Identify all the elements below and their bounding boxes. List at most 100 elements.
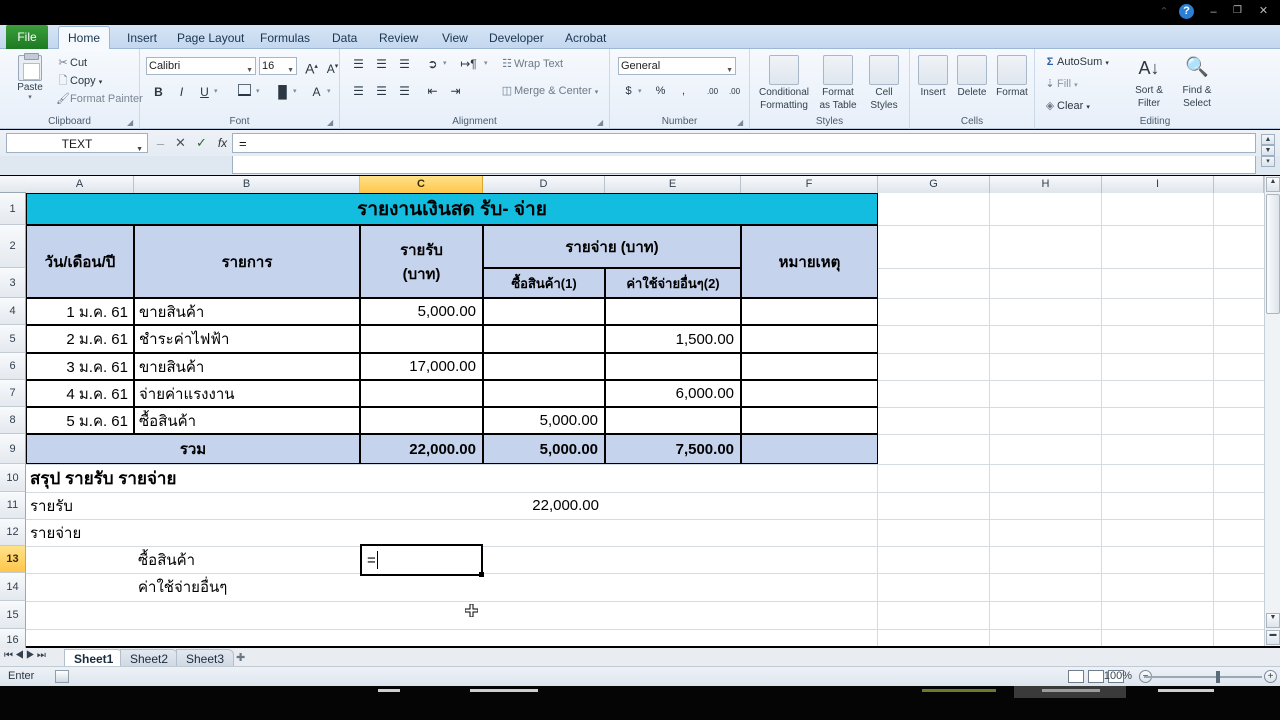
report-title[interactable]: รายงานเงินสด รับ- จ่าย bbox=[26, 193, 878, 225]
taskbar-item-3[interactable] bbox=[922, 689, 996, 692]
header-expense[interactable]: รายจ่าย (บาท) bbox=[483, 225, 741, 268]
summary-title[interactable]: สรุป รายรับ รายจ่าย bbox=[26, 464, 360, 492]
row-header-2[interactable]: 2 bbox=[0, 225, 26, 268]
zoom-slider-knob[interactable] bbox=[1216, 671, 1220, 683]
tab-acrobat[interactable]: Acrobat bbox=[556, 27, 615, 49]
total-remark[interactable] bbox=[741, 434, 878, 464]
currency-dropdown-icon[interactable]: ▾ bbox=[638, 87, 642, 95]
cell-styles-button[interactable]: Cell Styles bbox=[862, 55, 906, 111]
help-icon[interactable]: ? bbox=[1179, 4, 1194, 19]
font-dialog-launcher-icon[interactable]: ◢ bbox=[327, 118, 336, 127]
restore-icon[interactable]: ❐ bbox=[1231, 5, 1244, 17]
header-income[interactable]: รายรับ (บาท) bbox=[360, 225, 483, 298]
cell-D8[interactable]: 5,000.00 bbox=[483, 407, 605, 434]
taskbar-item-2[interactable] bbox=[470, 689, 538, 692]
tab-file[interactable]: File bbox=[6, 25, 48, 49]
column-header-A[interactable]: A bbox=[26, 176, 134, 193]
active-cell-C13[interactable]: = bbox=[360, 544, 484, 577]
vertical-scrollbar[interactable]: ▲ ▼ ▬ bbox=[1264, 176, 1280, 646]
orientation-button[interactable]: ➲ bbox=[422, 54, 443, 74]
align-right-button[interactable]: ☰ bbox=[394, 81, 415, 101]
cell-F6[interactable] bbox=[741, 353, 878, 380]
borders-dropdown-icon[interactable]: ▾ bbox=[256, 87, 260, 95]
total-other[interactable]: 7,500.00 bbox=[605, 434, 741, 464]
cell-C6[interactable]: 17,000.00 bbox=[360, 353, 483, 380]
italic-button[interactable]: I bbox=[171, 82, 192, 102]
align-left-button[interactable]: ☰ bbox=[348, 81, 369, 101]
currency-button[interactable]: $ bbox=[618, 81, 639, 101]
formula-bar-down-icon[interactable]: ▼ bbox=[1261, 145, 1275, 156]
confirm-edit-button[interactable]: ✓ bbox=[191, 133, 212, 153]
total-label[interactable]: รวม bbox=[26, 434, 360, 464]
row-header-14[interactable]: 14 bbox=[0, 573, 26, 601]
wrap-text-button[interactable]: ☷ Wrap Text bbox=[500, 57, 563, 71]
underline-dropdown-icon[interactable]: ▾ bbox=[214, 87, 218, 95]
delete-cells-button[interactable]: Delete bbox=[952, 55, 992, 98]
nav-first-icon[interactable]: ⏮ bbox=[4, 650, 15, 661]
row-header-15[interactable]: 15 bbox=[0, 601, 26, 629]
decrease-indent-button[interactable]: ⇤ bbox=[422, 81, 443, 101]
formula-bar-expand-control[interactable]: ▲ ▼ ▾ bbox=[1261, 134, 1275, 170]
cell-A8[interactable]: 5 ม.ค. 61 bbox=[26, 407, 134, 434]
number-dialog-launcher-icon[interactable]: ◢ bbox=[737, 118, 746, 127]
row-header-11[interactable]: 11 bbox=[0, 492, 26, 519]
bold-button[interactable]: B bbox=[148, 82, 169, 102]
format-painter-button[interactable]: 🖌Format Painter bbox=[56, 92, 143, 106]
borders-button[interactable] bbox=[234, 82, 255, 102]
taskbar-item-1[interactable] bbox=[378, 689, 400, 692]
header-remark[interactable]: หมายเหตุ bbox=[741, 225, 878, 298]
summary-other-label[interactable]: ค่าใช้จ่ายอื่นๆ bbox=[134, 573, 360, 601]
tab-home[interactable]: Home bbox=[58, 26, 111, 49]
cell-F4[interactable] bbox=[741, 298, 878, 325]
alignment-dialog-launcher-icon[interactable]: ◢ bbox=[597, 118, 606, 127]
cell-A5[interactable]: 2 ม.ค. 61 bbox=[26, 325, 134, 353]
column-header-F[interactable]: F bbox=[741, 176, 878, 193]
tab-review[interactable]: Review bbox=[370, 27, 427, 49]
sheet-tab-sheet1[interactable]: Sheet1 bbox=[64, 649, 124, 667]
align-bottom-button[interactable]: ☰ bbox=[394, 54, 415, 74]
orientation-dropdown-icon[interactable]: ▾ bbox=[443, 59, 447, 67]
summary-purchase-label[interactable]: ซื้อสินค้า bbox=[134, 546, 360, 573]
scroll-up-icon[interactable]: ▲ bbox=[1266, 177, 1280, 192]
insert-function-button[interactable]: fx bbox=[212, 133, 233, 153]
align-middle-button[interactable]: ☰ bbox=[371, 54, 392, 74]
header-purchase[interactable]: ซื้อสินค้า(1) bbox=[483, 268, 605, 298]
nav-last-icon[interactable]: ⏭ bbox=[37, 650, 48, 661]
zoom-in-icon[interactable]: + bbox=[1264, 670, 1277, 683]
cell-B6[interactable]: ขายสินค้า bbox=[134, 353, 360, 380]
cell-C8[interactable] bbox=[360, 407, 483, 434]
formula-input[interactable]: = bbox=[232, 133, 1256, 153]
paste-button[interactable]: Paste ▾ bbox=[8, 53, 52, 111]
conditional-formatting-button[interactable]: Conditional Formatting bbox=[754, 55, 814, 111]
sort-filter-button[interactable]: A↓ Sort & Filter bbox=[1125, 53, 1173, 109]
taskbar-active-item[interactable] bbox=[1014, 686, 1126, 698]
cell-C4[interactable]: 5,000.00 bbox=[360, 298, 483, 325]
clear-button[interactable]: ◈ Clear ▾ bbox=[1043, 99, 1090, 115]
decrease-decimal-button[interactable]: .00 bbox=[724, 81, 745, 101]
cell-C7[interactable] bbox=[360, 380, 483, 407]
minimize-icon[interactable]: – bbox=[1207, 6, 1220, 18]
sheet-tab-sheet3[interactable]: Sheet3 bbox=[176, 649, 235, 667]
align-center-button[interactable]: ☰ bbox=[371, 81, 392, 101]
tab-view[interactable]: View bbox=[433, 27, 477, 49]
cell-F7[interactable] bbox=[741, 380, 878, 407]
font-color-button[interactable]: A bbox=[306, 82, 327, 102]
split-handle-icon[interactable]: ▬ bbox=[1266, 630, 1280, 645]
cell-E7[interactable]: 6,000.00 bbox=[605, 380, 741, 407]
cancel-edit-button[interactable]: ✕ bbox=[170, 133, 191, 153]
name-box[interactable]: TEXT ▼ bbox=[6, 133, 148, 153]
cell-D4[interactable] bbox=[483, 298, 605, 325]
summary-income-label[interactable]: รายรับ bbox=[26, 492, 134, 519]
text-direction-button[interactable]: ↦¶ bbox=[458, 54, 479, 74]
find-select-button[interactable]: 🔍 Find & Select bbox=[1173, 53, 1221, 109]
formula-bar-up-icon[interactable]: ▲ bbox=[1261, 134, 1275, 145]
row-header-4[interactable]: 4 bbox=[0, 298, 26, 325]
row-header-12[interactable]: 12 bbox=[0, 519, 26, 546]
header-other-expense[interactable]: ค่าใช้จ่ายอื่นๆ(2) bbox=[605, 268, 741, 298]
header-date[interactable]: วัน/เดือน/ปี bbox=[26, 225, 134, 298]
cut-button[interactable]: ✂ Cut bbox=[56, 56, 87, 70]
column-header-D[interactable]: D bbox=[483, 176, 605, 193]
fill-button[interactable]: ⇣ Fill ▾ bbox=[1043, 77, 1077, 93]
cell-E5[interactable]: 1,500.00 bbox=[605, 325, 741, 353]
cell-A4[interactable]: 1 ม.ค. 61 bbox=[26, 298, 134, 325]
